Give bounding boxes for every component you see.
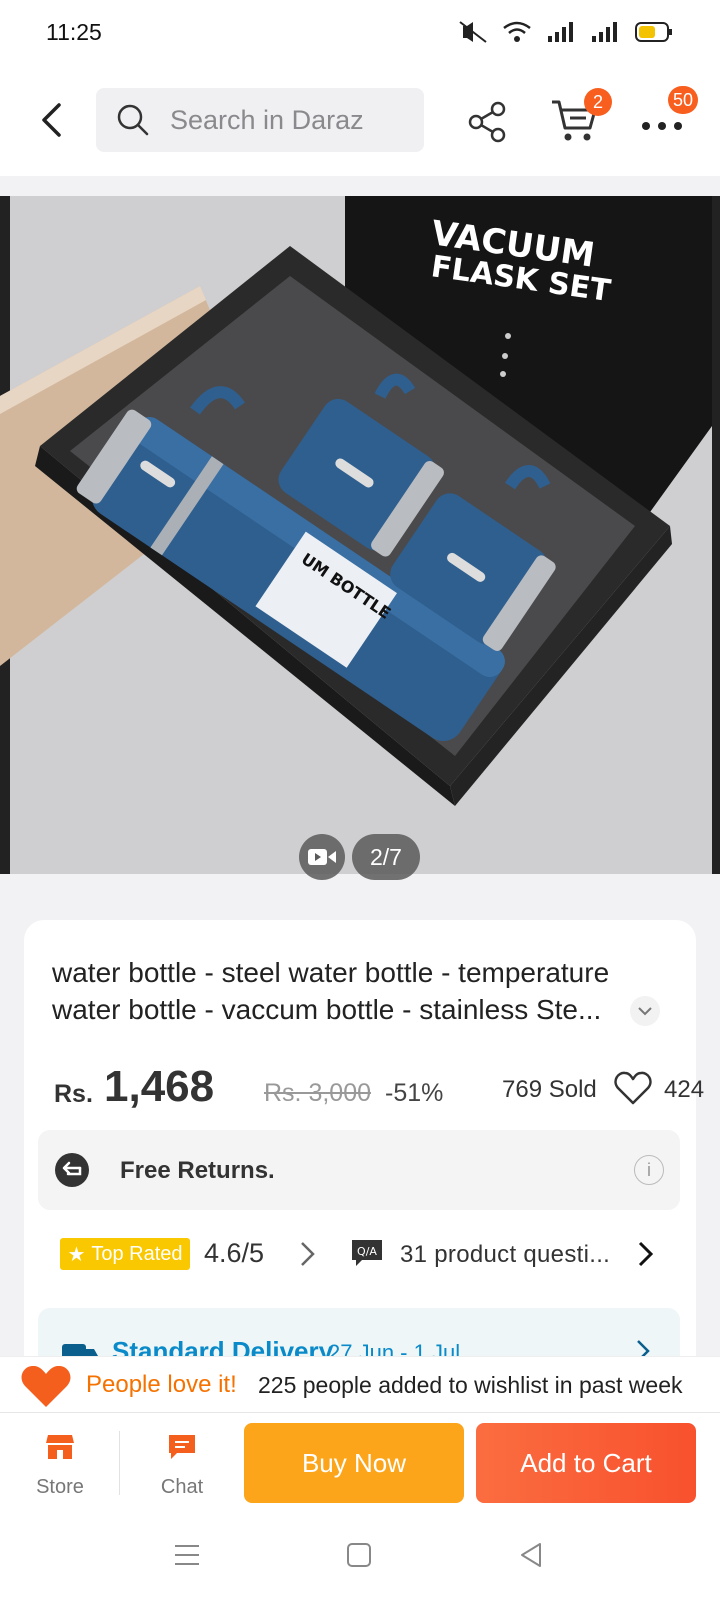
- price-row: Rs. 1,468 Rs. 3,000 -51% 769 Sold 424: [54, 1056, 704, 1116]
- price-currency: Rs.: [54, 1080, 93, 1108]
- chat-button[interactable]: Chat: [150, 1433, 214, 1503]
- battery-icon: [635, 22, 672, 42]
- video-button[interactable]: [299, 834, 345, 880]
- wishlist-banner-label: People love it!: [86, 1371, 237, 1398]
- product-image-gallery[interactable]: VACUUM FLASK SET UM BOTTLE: [0, 196, 720, 874]
- heart-filled-icon: [21, 1365, 71, 1407]
- free-returns-text: Free Returns.: [120, 1157, 275, 1184]
- chat-icon: [169, 1435, 195, 1459]
- divider: [119, 1431, 120, 1495]
- chat-label: Chat: [160, 1476, 204, 1498]
- free-returns-row[interactable]: Free Returns. i: [38, 1130, 680, 1210]
- star-icon: ★: [67, 1243, 86, 1266]
- wishlist-button[interactable]: [614, 1070, 652, 1106]
- discount-percent: -51%: [385, 1079, 444, 1107]
- product-title: water bottle - steel water bottle - temp…: [52, 957, 610, 1025]
- rating-row: ★ Top Rated 4.6/5 Q/A 31 product questi.…: [60, 1232, 680, 1276]
- top-rated-badge: ★ Top Rated: [60, 1238, 190, 1270]
- more-button[interactable]: 50: [640, 86, 699, 138]
- price: 1,468: [104, 1062, 215, 1111]
- notification-badge: 50: [668, 86, 699, 114]
- expand-title-button[interactable]: [630, 996, 660, 1026]
- cart-count-badge: 2: [584, 88, 612, 116]
- wifi-icon: [503, 21, 531, 42]
- svg-text:Q/A: Q/A: [357, 1245, 377, 1258]
- return-arrow-icon: [55, 1153, 89, 1187]
- chevron-right-icon[interactable]: [296, 1240, 318, 1268]
- home-icon[interactable]: [344, 1540, 374, 1570]
- search-input[interactable]: Search in Daraz: [96, 88, 424, 152]
- product-photo: VACUUM FLASK SET UM BOTTLE: [0, 196, 720, 874]
- heart-outline-icon: [614, 1071, 652, 1105]
- status-time: 11:25: [46, 18, 102, 45]
- sold-count: 769 Sold: [502, 1076, 597, 1103]
- search-placeholder: Search in Daraz: [170, 104, 364, 135]
- back-triangle-icon[interactable]: [516, 1540, 546, 1570]
- image-page-indicator: 2/7: [352, 834, 420, 880]
- buy-now-button[interactable]: Buy Now: [244, 1423, 464, 1503]
- bottom-action-bar: Store Chat Buy Now Add to Cart: [0, 1412, 720, 1512]
- system-navigation-bar: [0, 1512, 720, 1600]
- store-label: Store: [36, 1476, 84, 1498]
- info-icon[interactable]: i: [634, 1155, 664, 1185]
- chevron-left-icon: [42, 103, 61, 137]
- cart-button[interactable]: 2: [550, 88, 612, 144]
- product-questions-link[interactable]: 31 product questi...: [400, 1241, 610, 1269]
- share-button[interactable]: [466, 100, 510, 144]
- top-rated-label: Top Rated: [91, 1242, 183, 1265]
- menu-icon[interactable]: [172, 1540, 202, 1570]
- store-button[interactable]: Store: [28, 1433, 92, 1503]
- share-icon: [468, 101, 506, 143]
- app-header: Search in Daraz 2 50: [0, 64, 720, 176]
- store-icon: [46, 1435, 74, 1459]
- status-icons: [458, 20, 674, 44]
- mute-icon: [459, 21, 487, 43]
- back-button[interactable]: [34, 98, 68, 142]
- chevron-down-icon: [638, 1007, 652, 1016]
- signal-icon-2: [592, 22, 617, 42]
- wishlist-count: 424: [664, 1076, 705, 1103]
- signal-icon: [548, 22, 573, 42]
- wishlist-banner-text: 225 people added to wishlist in past wee…: [258, 1372, 683, 1398]
- status-bar: 11:25: [0, 0, 720, 64]
- wishlist-banner: People love it! 225 people added to wish…: [0, 1356, 720, 1412]
- search-icon: [117, 104, 149, 136]
- video-icon: [308, 849, 336, 865]
- original-price: Rs. 3,000: [264, 1079, 372, 1107]
- product-info-card: water bottle - steel water bottle - temp…: [24, 920, 704, 1380]
- add-to-cart-button[interactable]: Add to Cart: [476, 1423, 696, 1503]
- chevron-right-icon[interactable]: [634, 1240, 656, 1268]
- rating-value[interactable]: 4.6/5: [204, 1238, 264, 1269]
- qa-icon: Q/A: [352, 1240, 382, 1266]
